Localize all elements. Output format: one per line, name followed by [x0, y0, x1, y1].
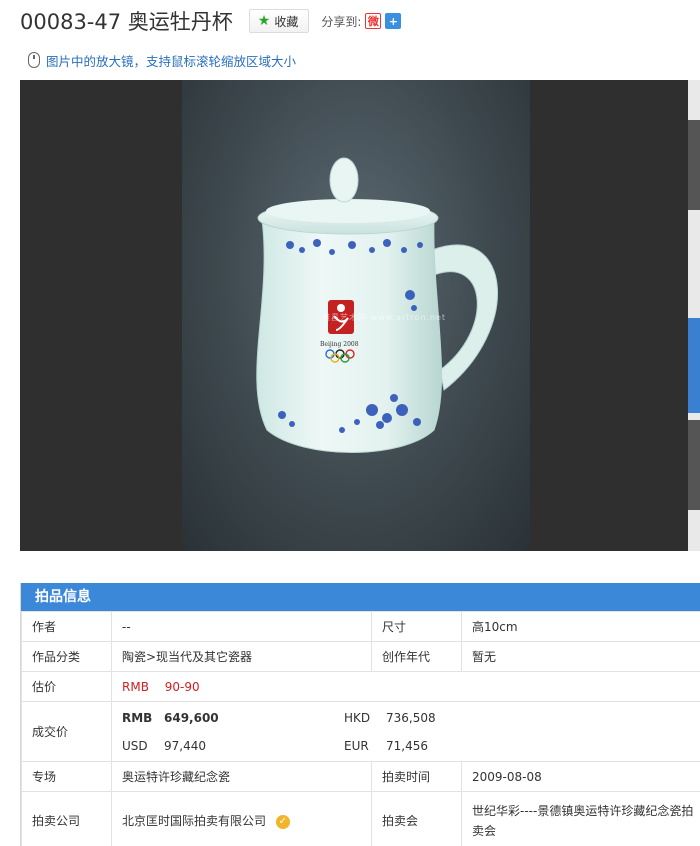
table-row: 估价 RMB 90-90	[21, 671, 700, 702]
deal-eur-currency: EUR	[344, 738, 369, 753]
company-value[interactable]: 北京匡时国际拍卖有限公司	[122, 814, 266, 828]
time-label: 拍卖时间	[371, 761, 462, 792]
page-title: 00083-47 奥运牡丹杯	[20, 10, 233, 34]
favorite-button[interactable]: ★ 收藏	[248, 9, 310, 33]
deal-usd-amount: 97,440	[164, 738, 206, 753]
table-row: 拍卖公司 北京匡时国际拍卖有限公司 ✓ 拍卖会 世纪华彩----景德镇奥运特许珍…	[21, 791, 700, 846]
deal-prices: RMB 649,600 HKD 736,508 USD 97,440 EUR 7…	[111, 701, 700, 762]
deal-rmb-amount: 649,600	[164, 710, 219, 725]
thumbnail-item-active[interactable]	[688, 318, 700, 413]
time-value: 2009-08-08	[461, 761, 700, 792]
deal-usd-currency: USD	[122, 738, 148, 753]
author-label: 作者	[21, 611, 112, 642]
table-row: 作者 -- 尺寸 高10cm	[21, 611, 700, 642]
share-label: 分享到:	[321, 14, 362, 29]
session-value[interactable]: 奥运特许珍藏纪念瓷	[111, 761, 372, 792]
year-value: 暂无	[461, 641, 700, 672]
deal-rmb-currency: RMB	[122, 710, 153, 725]
lot-info-heading: 拍品信息	[21, 583, 700, 611]
table-row: 作品分类 陶瓷>现当代及其它瓷器 创作年代 暂无	[21, 641, 700, 672]
size-value: 高10cm	[461, 611, 700, 642]
table-row: 专场 奥运特许珍藏纪念瓷 拍卖时间 2009-08-08	[21, 761, 700, 792]
product-photo[interactable]: Beijing 2008 雅昌艺术网 www.artron.net	[182, 80, 530, 551]
size-label: 尺寸	[371, 611, 462, 642]
year-label: 创作年代	[371, 641, 462, 672]
deal-hkd-amount: 736,508	[386, 710, 436, 725]
company-label: 拍卖公司	[21, 791, 112, 846]
deal-eur-amount: 71,456	[386, 738, 428, 753]
logo-caption: Beijing 2008	[320, 341, 359, 348]
verified-badge-icon: ✓	[275, 814, 290, 829]
lot-info-panel: 拍品信息 作者 -- 尺寸 高10cm 作品分类 陶瓷>现当代及其它瓷器 创作年…	[20, 583, 700, 846]
star-icon: ★	[257, 13, 271, 29]
mouse-icon	[28, 52, 40, 68]
session-label: 专场	[21, 761, 112, 792]
thumbnail-item[interactable]	[688, 420, 700, 510]
auction-value[interactable]: 世纪华彩----景德镇奥运特许珍藏纪念瓷拍卖会	[461, 791, 700, 846]
estimate-value: RMB 90-90	[111, 671, 700, 702]
favorite-label: 收藏	[274, 14, 299, 29]
table-row: 成交价 RMB 649,600 HKD 736,508 USD 97,440 E…	[21, 701, 700, 762]
category-value[interactable]: 陶瓷>现当代及其它瓷器	[111, 641, 372, 672]
deal-label: 成交价	[21, 701, 112, 762]
zoom-hint-text: 图片中的放大镜，支持鼠标滚轮缩放区域大小	[46, 53, 297, 69]
auction-label: 拍卖会	[371, 791, 462, 846]
category-label: 作品分类	[21, 641, 112, 672]
deal-hkd-currency: HKD	[344, 710, 371, 725]
zoom-hint: 图片中的放大镜，支持鼠标滚轮缩放区域大小	[28, 50, 296, 70]
lot-info-table: 作者 -- 尺寸 高10cm 作品分类 陶瓷>现当代及其它瓷器 创作年代 暂无 …	[21, 611, 700, 846]
estimate-amount: 90-90	[164, 679, 200, 694]
weibo-icon[interactable]: 微	[365, 13, 382, 29]
estimate-label: 估价	[21, 671, 112, 702]
title-row: 00083-47 奥运牡丹杯 ★ 收藏 分享到: 微 +	[20, 6, 700, 36]
image-viewer[interactable]: Beijing 2008 雅昌艺术网 www.artron.net	[20, 80, 688, 551]
company-cell: 北京匡时国际拍卖有限公司 ✓	[111, 791, 372, 846]
author-value: --	[111, 611, 372, 642]
watermark: 雅昌艺术网 www.artron.net	[322, 313, 447, 322]
estimate-currency: RMB	[122, 679, 149, 694]
plus-share-icon[interactable]: +	[385, 13, 402, 29]
thumbnail-item[interactable]	[688, 120, 700, 210]
